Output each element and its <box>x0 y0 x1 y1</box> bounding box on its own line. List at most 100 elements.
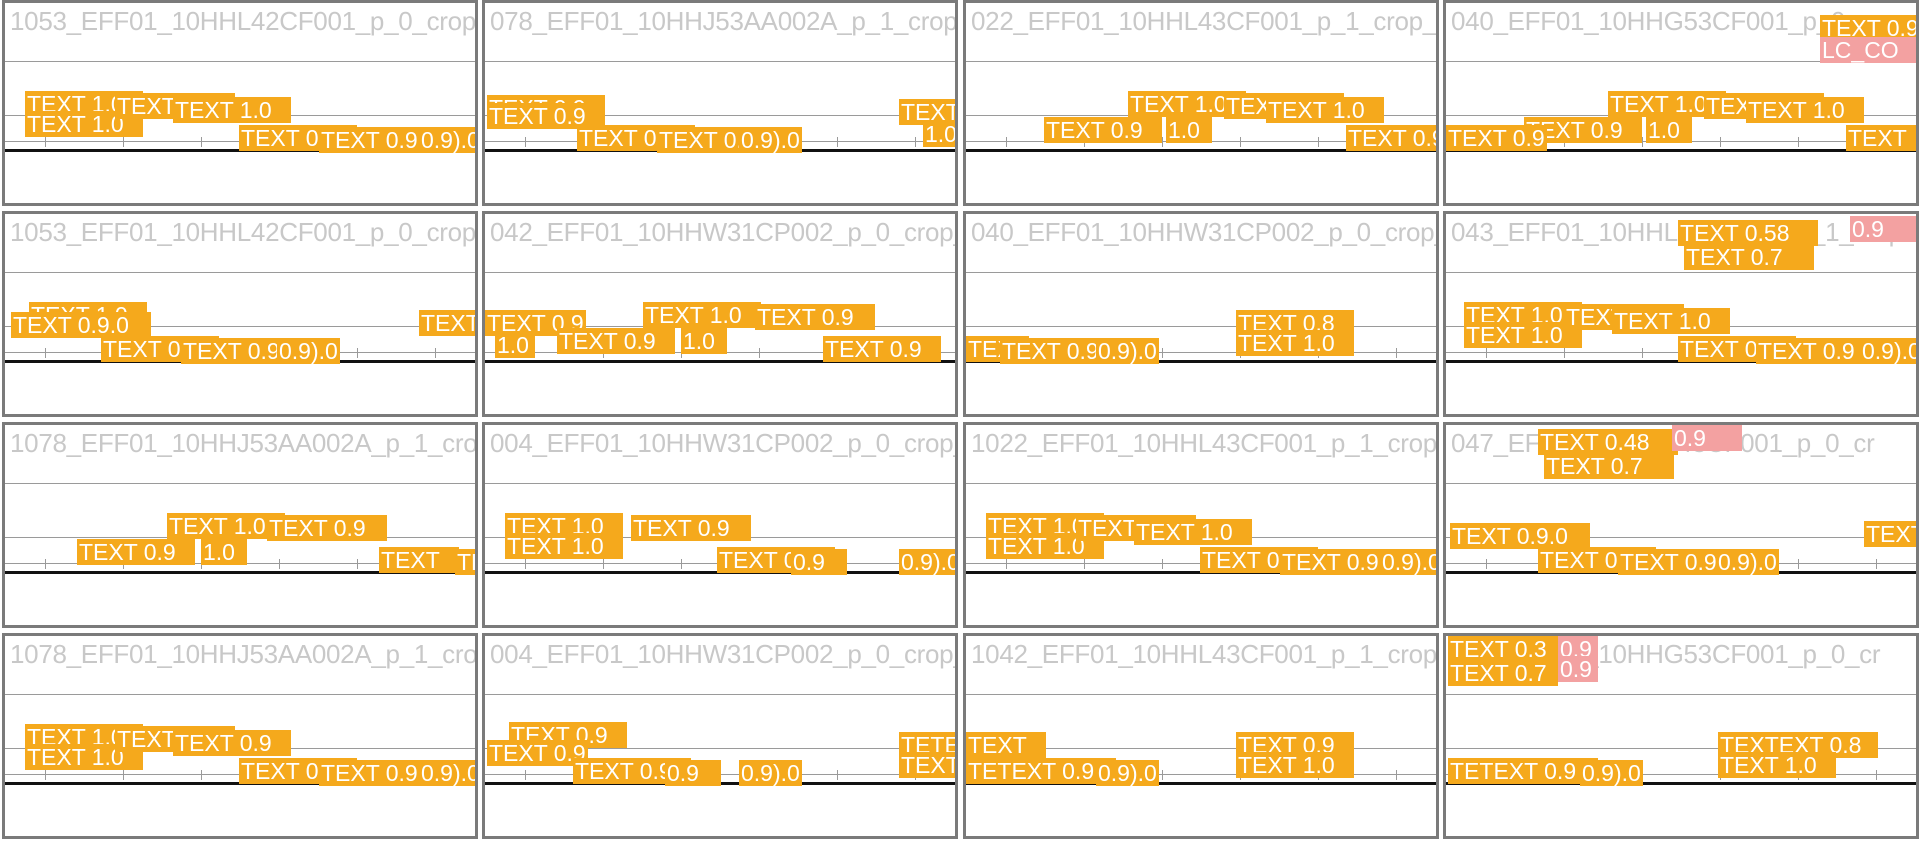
drawing-tick <box>1486 348 1487 358</box>
detection-label: TEXT 0.9 <box>1044 117 1162 143</box>
tile-filename: 1078_EFF01_10HHJ53AA002A_p_1_crop_45.png <box>10 639 478 669</box>
detection-label: TEXT 1.0 <box>1134 519 1252 545</box>
image-tile[interactable]: 042_EFF01_10HHW31CP002_p_0_crop_40.png TE… <box>482 211 958 417</box>
image-tile[interactable]: 1053_EFF01_10HHL42CF001_p_0_crop_42.png T… <box>2 211 478 417</box>
drawing-tick <box>123 137 124 147</box>
drawing-tick <box>915 137 916 147</box>
detection-label: TEXT 1.0 <box>1612 308 1730 334</box>
drawing-tick <box>1564 348 1565 358</box>
drawing-tick <box>1876 559 1877 569</box>
drawing-tick <box>1642 348 1643 358</box>
drawing-line <box>1446 272 1916 273</box>
detection-label: TEXT 0.9 <box>631 515 751 541</box>
drawing-tick <box>525 770 526 780</box>
image-tile[interactable]: 046_EFF01_10HHG53CF001_p_0_cr TEXT 0.3 0.9… <box>1443 633 1919 839</box>
image-tile[interactable]: 1053_EFF01_10HHL42CF001_p_0_crop_78.png T… <box>2 0 478 206</box>
tile-filename: 1022_EFF01_10HHL43CF001_p_1_crop_47.png <box>971 428 1437 458</box>
drawing-line <box>485 61 955 62</box>
drawing-tick <box>279 559 280 569</box>
image-grid: 1053_EFF01_10HHL42CF001_p_0_crop_78.png T… <box>0 0 1920 844</box>
detection-label: 0.9).0 <box>419 127 478 153</box>
tile-filename: 078_EFF01_10HHJ53AA002A_p_1_crop_242.png <box>490 6 958 36</box>
drawing-line <box>966 326 1436 327</box>
detection-label: 0.9 <box>791 549 847 575</box>
detection-label: TETEXT 0.9 <box>966 758 1116 784</box>
detection-label: 0.9).0 <box>739 127 802 153</box>
drawing-tick <box>1642 137 1643 147</box>
detection-label: 0.9).0 <box>1096 760 1159 786</box>
drawing-tick <box>837 770 838 780</box>
drawing-tick <box>1876 770 1877 780</box>
drawing-line <box>5 483 475 484</box>
detection-label: TEXT 0.9 <box>1346 125 1439 151</box>
detection-label: TEXT 1.0 <box>643 302 761 328</box>
detection-label: 0.9).0 <box>277 338 340 364</box>
detection-label: TEXT 0.7 <box>1448 660 1558 686</box>
detection-label: 1.0 <box>1166 117 1212 143</box>
drawing-tick <box>1006 137 1007 147</box>
tile-filename: 043_EFF01_10HHL43CF001_p_1_crop <box>1451 217 1903 247</box>
detection-label: 1.0 <box>1646 117 1692 143</box>
detection-label: 1.0 <box>201 539 247 565</box>
detection-label: 0.9 <box>1558 656 1598 682</box>
drawing-tick <box>1798 559 1799 569</box>
drawing-tick <box>45 559 46 569</box>
drawing-tick <box>1162 770 1163 780</box>
image-tile[interactable]: 004_EFF01_10HHW31CP002_p_0_crop_42.png TE… <box>482 422 958 628</box>
detection-label: 0.9).0 <box>419 760 478 786</box>
image-tile[interactable]: 1078_EFF01_10HHJ53AA002A_p_1_crop_45.png… <box>2 633 478 839</box>
drawing-tick <box>1396 770 1397 780</box>
detection-label: TEXT <box>1846 125 1916 151</box>
drawing-line <box>966 483 1436 484</box>
image-tile[interactable]: 043_EFF01_10HHL43CF001_p_1_crop TEXT 0.58… <box>1443 211 1919 417</box>
detection-label: TEXT 0.7 <box>1684 244 1814 270</box>
detection-label: TEXT 0.7 <box>1544 453 1674 479</box>
image-tile[interactable]: 1022_EFF01_10HHL43CF001_p_1_crop_47.png T… <box>963 422 1439 628</box>
detection-label: TEX <box>455 549 475 575</box>
image-tile[interactable]: 1078_EFF01_10HHJ53AA002A_p_1_crop_45.png… <box>2 422 478 628</box>
drawing-tick <box>45 137 46 147</box>
drawing-tick <box>1162 348 1163 358</box>
detection-label: 0.9).0 <box>1096 338 1159 364</box>
tile-filename: 004_EFF01_10HHW31CP002_p_0_crop_42.png <box>490 639 955 669</box>
drawing-line <box>485 483 955 484</box>
image-tile[interactable]: 047_EFF01_10HHL43CF001_p_0_crTEXT 0.480.… <box>1443 422 1919 628</box>
detection-label: 0.9 <box>1672 425 1742 451</box>
drawing-tick <box>525 559 526 569</box>
image-tile[interactable]: 040_EFF01_10HHW31CP002_p_0_crop_43.png TE… <box>963 211 1439 417</box>
detection-label: TEXT 0.9 <box>1756 338 1874 364</box>
detection-label: TEXT 0.3 <box>1448 636 1558 662</box>
drawing-tick <box>1084 559 1085 569</box>
drawing-line <box>485 774 955 775</box>
drawing-border-line <box>485 782 955 785</box>
image-tile[interactable]: 004_EFF01_10HHW31CP002_p_0_crop_42.png TE… <box>482 633 958 839</box>
drawing-tick <box>1318 137 1319 147</box>
tile-filename: 1042_EFF01_10HHL43CF001_p_1_crop <box>971 639 1437 669</box>
drawing-line <box>5 272 475 273</box>
image-tile[interactable]: 040_EFF01_10HHG53CF001_p_0_crop TEXT 0.9 L… <box>1443 0 1919 206</box>
detection-label: 0.9).0 <box>1860 338 1919 364</box>
detection-label: TEXT 1.0 <box>1746 97 1864 123</box>
detection-label: 1.0 <box>495 332 535 358</box>
detection-label: 0.9 <box>1850 216 1916 242</box>
image-tile[interactable]: 1042_EFF01_10HHL43CF001_p_1_crop TEXT TETE… <box>963 633 1439 839</box>
detection-label: 0.9).0 <box>1716 549 1779 575</box>
drawing-tick <box>681 559 682 569</box>
drawing-tick <box>201 770 202 780</box>
detection-label: 0.9).0 <box>1580 760 1643 786</box>
drawing-tick <box>603 559 604 569</box>
drawing-tick <box>45 770 46 780</box>
detection-label: TEXT <box>379 547 459 573</box>
drawing-tick <box>357 559 358 569</box>
image-tile[interactable]: 078_EFF01_10HHJ53AA002A_p_1_crop_242.png… <box>482 0 958 206</box>
drawing-tick <box>1396 348 1397 358</box>
image-tile[interactable]: 022_EFF01_10HHL43CF001_p_1_crop_40.png TE… <box>963 0 1439 206</box>
drawing-line <box>966 61 1436 62</box>
tile-filename: 004_EFF01_10HHW31CP002_p_0_crop_42.png <box>490 428 955 458</box>
drawing-tick <box>1006 559 1007 569</box>
drawing-tick <box>45 348 46 358</box>
drawing-tick <box>525 137 526 147</box>
detection-label: LC_CO <box>1820 37 1916 63</box>
detection-label: TEXT 0.9 <box>173 730 291 756</box>
drawing-line <box>485 694 955 695</box>
